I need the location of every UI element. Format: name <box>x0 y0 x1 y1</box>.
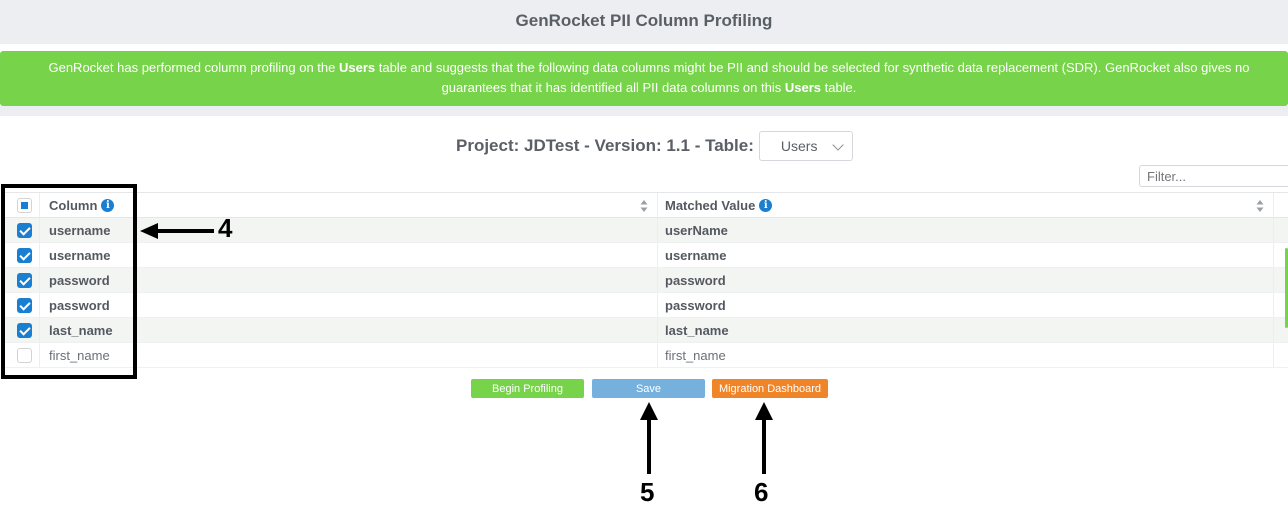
matched-value-header[interactable]: Matched Value i <box>665 198 773 213</box>
matched-value: first_name <box>665 348 726 363</box>
matched-value: userName <box>665 223 728 238</box>
annotation-number-6: 6 <box>754 477 769 505</box>
table-row[interactable]: last_name last_name <box>2 318 1288 343</box>
pii-alert: GenRocket has performed column profiling… <box>0 51 1288 106</box>
project-line: Project: JDTest - Version: 1.1 - Table: … <box>456 131 853 161</box>
alert-text-4: table. <box>820 80 857 95</box>
matched-value: password <box>665 273 726 288</box>
migration-dashboard-button[interactable]: Migration Dashboard <box>712 379 828 398</box>
pii-grid: Column i Matched Value i username userNa… <box>2 192 1288 368</box>
alert-text-3: guarantees that it has identified all PI… <box>441 80 785 95</box>
annotation-arrow-up <box>755 402 773 474</box>
project-label: Project: JDTest - Version: 1.1 - Table: <box>456 136 754 155</box>
table-select-value: Users <box>780 138 818 154</box>
matched-value-header-label: Matched Value <box>665 198 756 213</box>
annotation-number-4: 4 <box>218 213 233 243</box>
save-button[interactable]: Save <box>592 379 705 398</box>
page: GenRocket PII Column Profiling GenRocket… <box>0 0 1288 505</box>
annotation-number-5: 5 <box>640 477 655 505</box>
sort-icon[interactable] <box>640 199 648 213</box>
sort-icon[interactable] <box>1256 199 1264 213</box>
matched-value: username <box>665 248 727 263</box>
table-select[interactable]: Users <box>758 131 853 161</box>
alert-table-name-1: Users <box>338 60 376 75</box>
matched-value: password <box>665 298 726 313</box>
table-row[interactable]: username username <box>2 243 1288 268</box>
alert-text-2: table and suggests that the following da… <box>375 60 1250 75</box>
annotation-box <box>1 184 137 379</box>
annotation-arrow-up <box>640 402 658 474</box>
table-row[interactable]: password password <box>2 268 1288 293</box>
begin-profiling-button[interactable]: Begin Profiling <box>471 379 584 398</box>
table-row[interactable]: first_name first_name <box>2 343 1288 368</box>
section-gap <box>0 106 1288 116</box>
alert-table-name-2: Users <box>784 80 821 95</box>
chevron-down-icon <box>832 139 844 151</box>
grid-header: Column i Matched Value i <box>2 192 1288 218</box>
table-row[interactable]: password password <box>2 293 1288 318</box>
matched-value: last_name <box>665 323 729 338</box>
info-icon[interactable]: i <box>759 199 773 212</box>
alert-text-1: GenRocket has performed column profiling… <box>48 60 339 75</box>
annotation-arrow-left <box>140 223 214 239</box>
title-bar: GenRocket PII Column Profiling <box>0 0 1288 44</box>
filter-input[interactable] <box>1139 165 1288 187</box>
page-title: GenRocket PII Column Profiling <box>515 11 773 30</box>
